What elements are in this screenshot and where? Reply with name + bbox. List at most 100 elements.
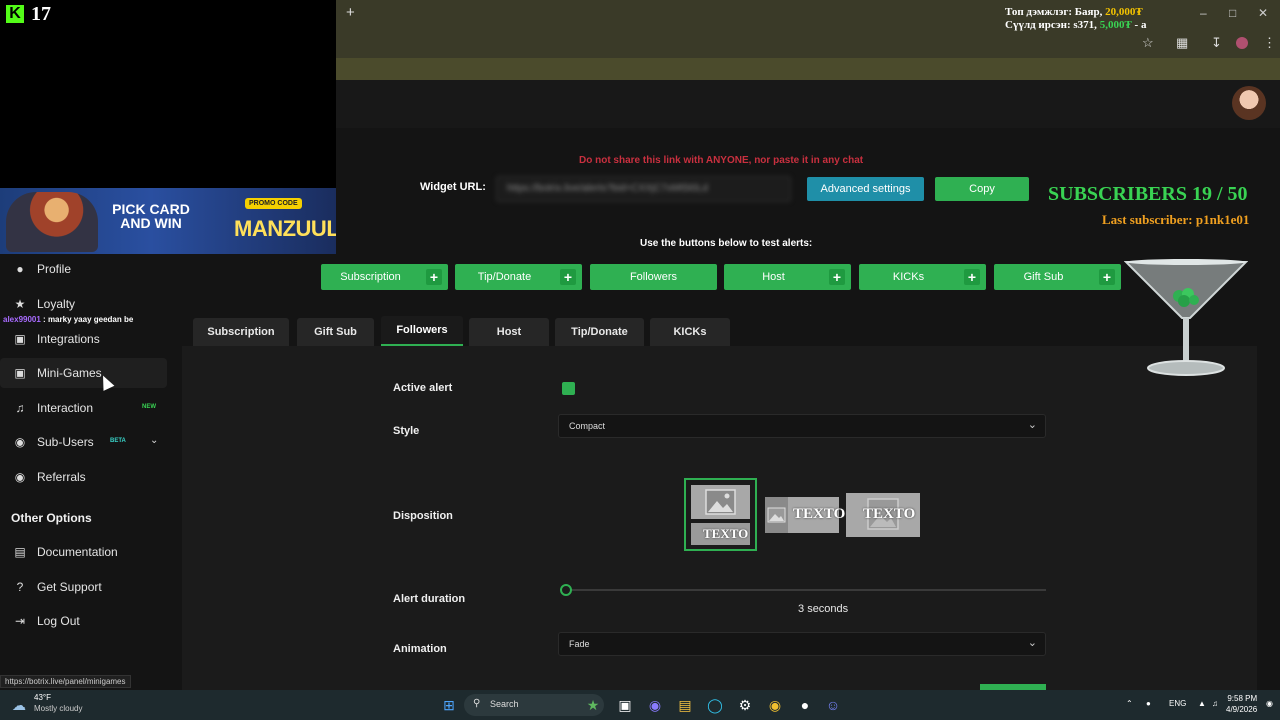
last-subscriber: Last subscriber: p1nk1e01 bbox=[1102, 212, 1250, 227]
obs-icon[interactable]: ● bbox=[795, 695, 815, 715]
widget-url-input[interactable]: https://botrix.live/alerts?bid=CXXjC7xMt… bbox=[496, 176, 791, 202]
disposition-option-overlay[interactable]: TEXTO bbox=[846, 493, 920, 537]
last-donation-amount: 5,000₮ bbox=[1099, 19, 1132, 31]
last-donation-suffix: - a bbox=[1131, 19, 1147, 31]
teams-icon[interactable]: ◉ bbox=[645, 695, 665, 715]
browser-menu-icon[interactable]: ⋮ bbox=[1263, 35, 1276, 51]
chrome-icon[interactable]: ◉ bbox=[765, 695, 785, 715]
sidebar-item-documentation[interactable]: ▤ Documentation bbox=[0, 537, 167, 567]
kick-logo-icon: K bbox=[6, 5, 24, 23]
sidebar-item-label: Referrals bbox=[37, 470, 86, 484]
task-view-icon[interactable]: ▣ bbox=[615, 695, 635, 715]
plus-icon[interactable]: + bbox=[560, 269, 576, 285]
minimize-icon[interactable]: – bbox=[1200, 6, 1207, 20]
disposition-option-side[interactable]: TEXTO bbox=[765, 497, 845, 533]
wifi-icon[interactable]: ▲ bbox=[1198, 699, 1206, 708]
share-warning: Do not share this link with ANYONE, nor … bbox=[579, 155, 864, 166]
chevron-down-icon[interactable]: ⌄ bbox=[150, 435, 158, 446]
sidebar-item-label: Profile bbox=[37, 262, 72, 276]
file-explorer-icon[interactable]: ▤ bbox=[675, 695, 695, 715]
chat-message-text: : marky yaay geedan be bbox=[40, 315, 134, 324]
question-icon: ? bbox=[16, 580, 24, 594]
advanced-settings-button[interactable]: Advanced settings bbox=[807, 177, 924, 201]
test-kicks-button[interactable]: KICKs + bbox=[859, 264, 986, 290]
copy-button[interactable]: Copy bbox=[935, 177, 1029, 201]
active-alert-checkbox[interactable] bbox=[562, 382, 575, 395]
language-indicator[interactable]: ENG bbox=[1169, 699, 1186, 708]
extensions-icon[interactable]: ▦ bbox=[1176, 35, 1188, 51]
tab-subscription[interactable]: Subscription bbox=[193, 318, 289, 346]
bookmarks-bar bbox=[336, 58, 1280, 80]
profile-avatar-icon[interactable] bbox=[1236, 37, 1248, 49]
test-button-label: Host bbox=[762, 271, 785, 283]
tab-host[interactable]: Host bbox=[469, 318, 549, 346]
disposition-text: TEXTO bbox=[863, 506, 916, 522]
image-placeholder-icon bbox=[765, 497, 788, 533]
logout-icon: ⇥ bbox=[14, 614, 26, 628]
notification-bell-icon[interactable]: ◉ bbox=[1266, 699, 1273, 708]
music-icon: ♫ bbox=[15, 401, 25, 415]
plus-icon[interactable]: + bbox=[1099, 269, 1115, 285]
windows-start-icon[interactable]: ⊞ bbox=[439, 695, 459, 715]
test-alerts-heading: Use the buttons below to test alerts: bbox=[640, 238, 813, 249]
sidebar-item-label: Mini-Games bbox=[37, 366, 102, 380]
sidebar-item-integrations[interactable]: ▣ Integrations bbox=[0, 324, 167, 354]
bookmark-star-icon[interactable]: ☆ bbox=[1142, 35, 1154, 51]
sidebar-item-mini-games[interactable]: ▣ Mini-Games bbox=[0, 358, 167, 388]
alert-duration-label: Alert duration bbox=[393, 593, 466, 605]
duration-slider-thumb[interactable] bbox=[560, 584, 572, 596]
test-host-button[interactable]: Host + bbox=[724, 264, 851, 290]
page-header bbox=[336, 80, 1280, 128]
user-avatar[interactable] bbox=[1232, 86, 1266, 120]
widget-app-icon[interactable]: ★ bbox=[583, 695, 603, 715]
top-donator-text: Топ дэмжлэг: Баяр, bbox=[1005, 6, 1106, 18]
close-icon[interactable]: ✕ bbox=[1258, 6, 1268, 20]
tray-chevron-up-icon[interactable]: ⌃ bbox=[1126, 699, 1133, 708]
plus-icon[interactable]: + bbox=[829, 269, 845, 285]
animation-select-value: Fade bbox=[569, 639, 590, 649]
plus-icon[interactable]: + bbox=[426, 269, 442, 285]
sidebar-item-referrals[interactable]: ◉ Referrals bbox=[0, 462, 167, 492]
download-icon[interactable]: ↧ bbox=[1211, 35, 1222, 51]
martini-glass-icon bbox=[1124, 259, 1248, 376]
test-tip-donate-button[interactable]: Tip/Donate + bbox=[455, 264, 582, 290]
clock-date: 4/9/2026 bbox=[1226, 705, 1258, 714]
tab-tip-donate[interactable]: Tip/Donate bbox=[555, 318, 644, 346]
duration-value: 3 bbox=[798, 603, 805, 615]
chevron-down-icon: ⌄ bbox=[1027, 419, 1037, 431]
document-icon: ▤ bbox=[14, 545, 26, 559]
sidebar-item-profile[interactable]: ● Profile bbox=[0, 254, 167, 284]
sidebar-item-label: Log Out bbox=[37, 614, 80, 628]
speaker-icon[interactable]: ♫ bbox=[1212, 699, 1218, 708]
weather-condition: Mostly cloudy bbox=[34, 704, 83, 713]
tab-followers[interactable]: Followers bbox=[381, 316, 463, 346]
promo-code: MANZUUL bbox=[234, 216, 336, 241]
steam-icon[interactable]: ⚙ bbox=[735, 695, 755, 715]
maximize-icon[interactable]: □ bbox=[1229, 6, 1236, 20]
promo-banner: PICK CARD AND WIN PROMO CODE MANZUUL bbox=[0, 188, 336, 254]
edge-icon[interactable]: ◯ bbox=[705, 695, 725, 715]
test-button-label: Gift Sub bbox=[1023, 271, 1064, 283]
sidebar-item-label: Interaction bbox=[37, 401, 94, 415]
new-tab-button[interactable]: + bbox=[346, 4, 355, 21]
tab-gift-sub[interactable]: Gift Sub bbox=[297, 318, 374, 346]
sidebar-item-log-out[interactable]: ⇥ Log Out bbox=[0, 606, 167, 636]
disposition-option-stacked[interactable]: TEXTO bbox=[684, 478, 757, 551]
sidebar-item-label: Loyalty bbox=[37, 297, 76, 311]
sidebar-item-sub-users[interactable]: ◉ Sub-Users BETA ⌄ bbox=[0, 427, 167, 457]
test-gift-sub-button[interactable]: Gift Sub + bbox=[994, 264, 1121, 290]
style-select[interactable]: Compact ⌄ bbox=[558, 414, 1046, 438]
test-followers-button[interactable]: Followers bbox=[590, 264, 717, 290]
taskbar-clock[interactable]: 9:58 PM 4/9/2026 bbox=[1226, 693, 1257, 715]
viewer-count: 17 bbox=[31, 3, 51, 25]
sidebar-item-get-support[interactable]: ? Get Support bbox=[0, 572, 167, 602]
test-subscription-button[interactable]: Subscription + bbox=[321, 264, 448, 290]
plus-icon[interactable]: + bbox=[964, 269, 980, 285]
animation-select[interactable]: Fade ⌄ bbox=[558, 632, 1046, 656]
discord-icon[interactable]: ☺ bbox=[823, 695, 843, 715]
tab-kicks[interactable]: KICKs bbox=[650, 318, 730, 346]
duration-slider-track[interactable] bbox=[566, 589, 1046, 591]
sidebar-item-label: Sub-Users bbox=[37, 435, 94, 449]
microphone-icon[interactable]: ● bbox=[1146, 699, 1151, 708]
sidebar-item-interaction[interactable]: ♫ Interaction NEW bbox=[0, 393, 167, 423]
